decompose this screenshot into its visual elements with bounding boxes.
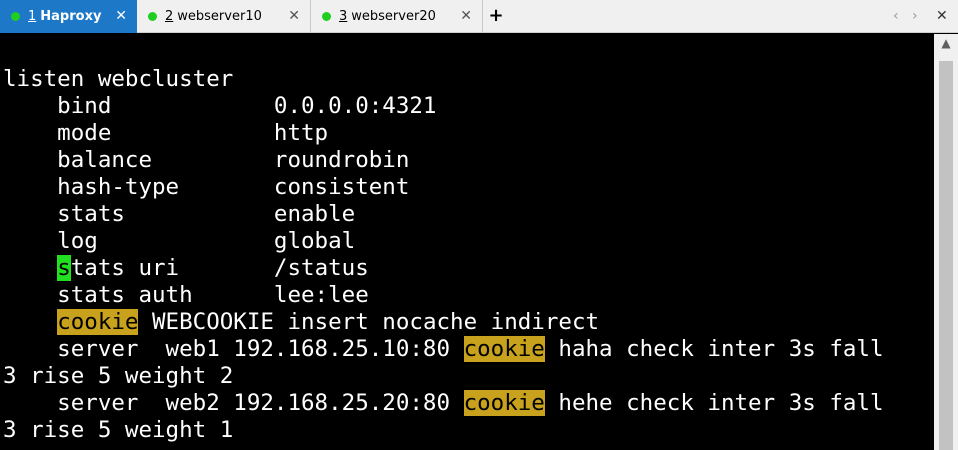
terminal-line: stats auth lee:lee [3,282,369,308]
terminal-line: mode http [3,120,329,146]
terminal-line: stats enable [3,201,356,227]
text-cursor: s [57,255,71,281]
terminal-window: 1 Haproxy ✕ 2 webserver10 ✕ 3 webserver2… [0,0,958,450]
line-text: hehe check inter 3s fall [544,390,884,416]
line-text: haha check inter 3s fall [544,336,884,362]
search-highlight: cookie [463,390,545,416]
scroll-thumb[interactable] [939,61,953,450]
line-text: server web2 192.168.25.20:80 [3,390,464,416]
connected-status-icon [322,12,331,21]
new-tab-plus-icon[interactable]: + [484,4,508,28]
vertical-scrollbar[interactable]: ▲ [934,34,958,450]
terminal-line: log global [3,228,356,254]
terminal-line: hash-type consistent [3,174,410,200]
tab-webserver20[interactable]: 3 webserver20 ✕ [311,0,483,33]
terminal-line: server web1 192.168.25.10:80 cookie haha… [3,336,884,363]
tab-bar: 1 Haproxy ✕ 2 webserver10 ✕ 3 webserver2… [0,0,958,33]
chevron-left-icon[interactable]: ‹ [893,7,899,25]
tab-number: 1 [28,9,37,24]
scroll-up-arrow-icon[interactable]: ▲ [934,36,958,50]
connected-status-icon [11,12,20,21]
search-highlight: cookie [463,336,545,362]
search-highlight: cookie [57,309,139,335]
terminal-line: listen webcluster [3,66,234,92]
terminal-line: stats uri /status [3,255,369,282]
tab-number: 3 [339,9,348,24]
terminal-line: bind 0.0.0.0:4321 [3,93,437,119]
line-text: WEBCOOKIE insert nocache indirect [138,309,600,335]
close-tab-icon[interactable]: ✕ [115,8,127,24]
terminal-line: 3 rise 5 weight 2 [3,363,234,389]
terminal-output[interactable]: listen webcluster bind 0.0.0.0:4321 mode… [0,34,934,450]
tab-haproxy[interactable]: 1 Haproxy ✕ [0,0,137,33]
close-tab-icon[interactable]: ✕ [288,8,300,24]
close-tab-icon[interactable]: ✕ [460,8,472,24]
tab-label: webserver20 [351,9,436,24]
tab-number: 2 [165,9,174,24]
line-text: tats uri /status [70,255,369,281]
terminal-line: server web2 192.168.25.20:80 cookie hehe… [3,390,884,417]
chevron-right-icon[interactable]: › [912,7,918,25]
line-text: server web1 192.168.25.10:80 [3,336,464,362]
close-icon[interactable]: ✕ [936,7,948,25]
terminal-line: cookie WEBCOOKIE insert nocache indirect [3,309,599,336]
terminal-line: balance roundrobin [3,147,410,173]
tab-webserver10[interactable]: 2 webserver10 ✕ [137,0,311,33]
terminal-line: 3 rise 5 weight 1 [3,417,234,443]
tab-label: Haproxy [40,9,102,24]
connected-status-icon [148,12,157,21]
tab-label: webserver10 [177,9,262,24]
